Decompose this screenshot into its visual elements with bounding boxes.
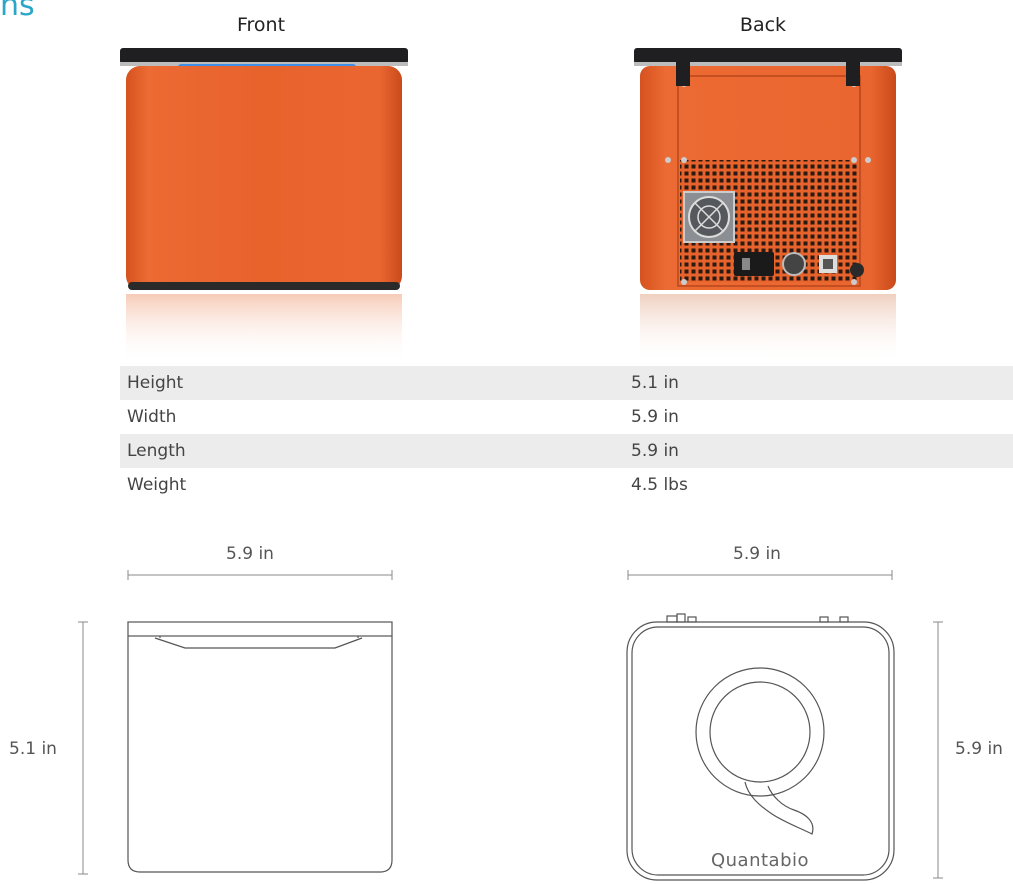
spec-row-width: Width 5.9 in bbox=[120, 400, 1013, 434]
back-device-photo bbox=[634, 48, 902, 364]
front-body bbox=[126, 66, 402, 290]
top-outline-drawing bbox=[626, 613, 895, 881]
spec-value: 4.5 lbs bbox=[631, 475, 688, 495]
spec-value: 5.9 in bbox=[631, 407, 679, 427]
front-view-label: Front bbox=[236, 14, 286, 36]
back-lid bbox=[634, 48, 902, 64]
spec-row-weight: Weight 4.5 lbs bbox=[120, 468, 1013, 502]
front-device-photo bbox=[120, 48, 408, 364]
spec-value: 5.9 in bbox=[631, 441, 679, 461]
back-view-label: Back bbox=[739, 14, 787, 36]
specs-table: Height 5.1 in Width 5.9 in Length 5.9 in… bbox=[120, 366, 1013, 502]
front-lid bbox=[120, 48, 408, 64]
back-reflection bbox=[640, 294, 896, 364]
dimension-drawings bbox=[78, 570, 943, 881]
front-outline-drawing bbox=[127, 621, 393, 873]
section-heading-fragment: ns bbox=[0, 0, 35, 23]
spec-value: 5.1 in bbox=[631, 373, 679, 393]
spec-name: Length bbox=[127, 441, 186, 461]
quantabio-logo: Quantabio bbox=[710, 850, 810, 871]
power-switch bbox=[734, 252, 774, 276]
spec-row-height: Height 5.1 in bbox=[120, 366, 1013, 400]
spec-row-length: Length 5.9 in bbox=[120, 434, 1013, 468]
spec-name: Width bbox=[127, 407, 177, 427]
spec-name: Weight bbox=[127, 475, 187, 495]
front-reflection bbox=[126, 294, 402, 364]
spec-name: Height bbox=[127, 373, 184, 393]
